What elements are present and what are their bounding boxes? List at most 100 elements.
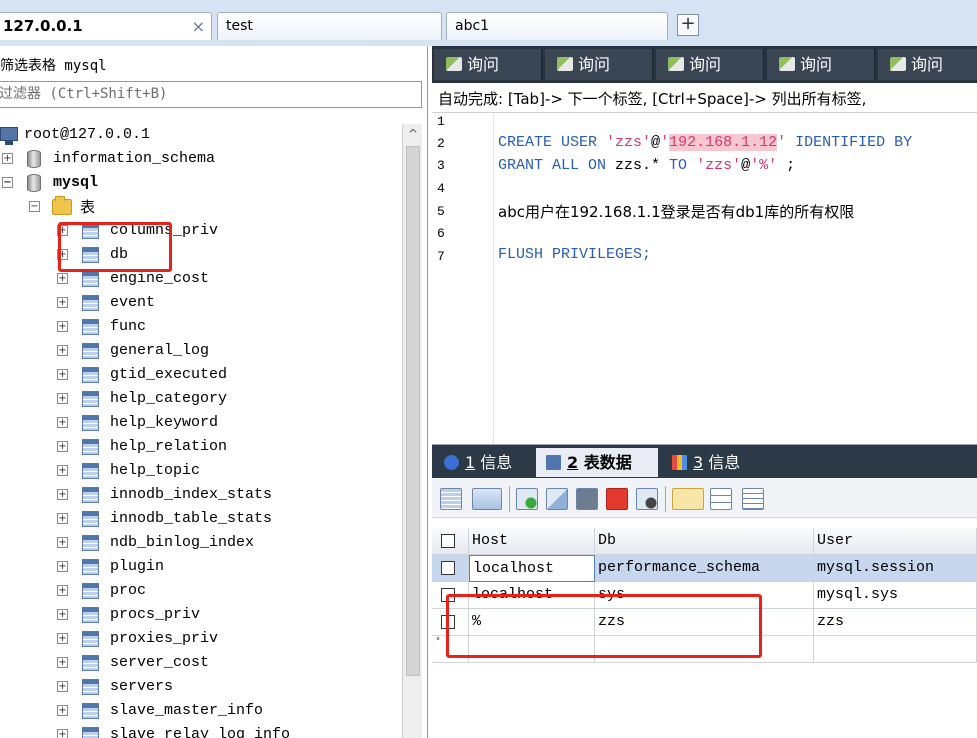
table-row[interactable]: % zzs zzs bbox=[432, 609, 977, 636]
expand-icon[interactable]: + bbox=[57, 297, 68, 308]
query-tab-1[interactable]: 询问 bbox=[434, 49, 542, 80]
cell-db[interactable]: sys bbox=[595, 582, 814, 609]
collapse-icon[interactable]: − bbox=[2, 177, 13, 188]
server-icon bbox=[0, 127, 18, 145]
table-icon bbox=[82, 343, 99, 359]
result-tab-number: 2 bbox=[567, 453, 579, 472]
sql-string: '%' bbox=[750, 157, 778, 174]
text-mode-icon[interactable] bbox=[742, 488, 764, 510]
cell-db[interactable] bbox=[595, 636, 814, 663]
column-header-host[interactable]: Host bbox=[469, 528, 595, 555]
cell-user[interactable]: zzs bbox=[814, 609, 977, 636]
cell-db[interactable]: performance_schema bbox=[595, 555, 814, 582]
expand-icon[interactable]: + bbox=[57, 561, 68, 572]
expand-icon[interactable]: + bbox=[57, 225, 68, 236]
code-line-7: FLUSH PRIVILEGES; bbox=[498, 246, 652, 263]
scrollbar-thumb[interactable] bbox=[406, 146, 420, 676]
add-tab-button[interactable]: + bbox=[677, 14, 699, 36]
expand-icon[interactable]: + bbox=[57, 705, 68, 716]
expand-icon[interactable]: + bbox=[57, 657, 68, 668]
result-tab-label: 表数据 bbox=[578, 453, 632, 472]
expand-icon[interactable]: + bbox=[57, 681, 68, 692]
expand-icon[interactable]: + bbox=[57, 537, 68, 548]
scroll-up-icon[interactable]: ^ bbox=[403, 124, 423, 144]
export-dropdown-icon[interactable] bbox=[472, 488, 502, 510]
tree-scrollbar[interactable]: ^ bbox=[402, 124, 422, 738]
grid-view-icon[interactable] bbox=[440, 488, 462, 510]
tree-root-label: root@127.0.0.1 bbox=[24, 126, 151, 143]
connection-tab-bar: 127.0.0.1 × test abc1 + bbox=[0, 0, 977, 46]
cell-host[interactable]: % bbox=[469, 609, 595, 636]
result-tab-info-3[interactable]: 3 信息 bbox=[662, 448, 762, 477]
expand-icon[interactable]: + bbox=[57, 321, 68, 332]
cell-user[interactable]: mysql.session bbox=[814, 555, 977, 582]
sql-keyword: CREATE USER bbox=[498, 134, 607, 151]
add-row-icon[interactable] bbox=[516, 488, 538, 510]
expand-icon[interactable]: + bbox=[57, 465, 68, 476]
line-number: 4 bbox=[437, 181, 445, 196]
save-icon[interactable] bbox=[576, 488, 598, 510]
column-header-user[interactable]: User bbox=[814, 528, 977, 555]
expand-icon[interactable]: + bbox=[2, 153, 13, 164]
form-mode-icon[interactable] bbox=[710, 488, 732, 510]
expand-icon[interactable]: + bbox=[57, 393, 68, 404]
result-tab-table-data[interactable]: 2 表数据 bbox=[536, 448, 658, 477]
query-tab-2[interactable]: 询问 bbox=[545, 49, 653, 80]
expand-icon[interactable]: + bbox=[57, 369, 68, 380]
query-tab-3[interactable]: 询问 bbox=[656, 49, 764, 80]
cell-host[interactable]: localhost bbox=[469, 582, 595, 609]
query-tab-label: 询问 bbox=[911, 55, 944, 74]
close-icon[interactable]: × bbox=[192, 13, 205, 40]
select-all-cell[interactable] bbox=[432, 528, 469, 555]
cell-user[interactable] bbox=[814, 636, 977, 663]
expand-icon[interactable]: + bbox=[57, 729, 68, 738]
table-row[interactable]: localhost sys mysql.sys bbox=[432, 582, 977, 609]
cancel-changes-icon[interactable] bbox=[636, 488, 658, 510]
expand-icon[interactable]: + bbox=[57, 489, 68, 500]
duplicate-row-icon[interactable] bbox=[546, 488, 568, 510]
row-select-cell[interactable] bbox=[432, 555, 469, 582]
line-number: 3 bbox=[437, 158, 445, 173]
expand-icon[interactable]: + bbox=[57, 441, 68, 452]
table-row[interactable]: localhost performance_schema mysql.sessi… bbox=[432, 555, 977, 582]
checkbox[interactable] bbox=[441, 534, 455, 548]
cell-host[interactable]: localhost bbox=[469, 555, 595, 582]
expand-icon[interactable]: + bbox=[57, 345, 68, 356]
expand-icon[interactable]: + bbox=[57, 273, 68, 284]
expand-icon[interactable]: + bbox=[57, 513, 68, 524]
filter-label: 筛选表格 mysql bbox=[0, 58, 107, 74]
cell-user[interactable]: mysql.sys bbox=[814, 582, 977, 609]
toolbar-separator bbox=[665, 486, 666, 512]
connection-tab-test[interactable]: test bbox=[217, 12, 442, 40]
table-icon bbox=[82, 631, 99, 647]
expand-icon[interactable]: + bbox=[57, 417, 68, 428]
row-select-cell[interactable] bbox=[432, 609, 469, 636]
sql-editor[interactable]: 1 2 3 4 5 6 7 CREATE USER 'zzs'@'192.168… bbox=[432, 112, 977, 485]
checkbox[interactable] bbox=[441, 561, 455, 575]
table-icon bbox=[82, 511, 99, 527]
result-tab-info-1[interactable]: 1 信息 bbox=[434, 448, 532, 477]
expand-icon[interactable]: + bbox=[57, 633, 68, 644]
filter-input[interactable]: 过滤器 (Ctrl+Shift+B) bbox=[0, 81, 422, 108]
cell-db[interactable]: zzs bbox=[595, 609, 814, 636]
checkbox[interactable] bbox=[441, 615, 455, 629]
connection-tab-abc1[interactable]: abc1 bbox=[446, 12, 668, 40]
cell-host[interactable] bbox=[469, 636, 595, 663]
query-tab-5[interactable]: 询问 bbox=[878, 49, 977, 80]
grid-mode-icon[interactable] bbox=[672, 488, 704, 510]
new-row[interactable]: * bbox=[432, 636, 977, 663]
expand-icon[interactable]: + bbox=[57, 585, 68, 596]
query-tab-4[interactable]: 询问 bbox=[767, 49, 875, 80]
delete-icon[interactable] bbox=[606, 488, 628, 510]
checkbox[interactable] bbox=[441, 588, 455, 602]
tree-table-label: help_topic bbox=[110, 462, 201, 479]
column-header-db[interactable]: Db bbox=[595, 528, 814, 555]
table-icon bbox=[82, 391, 99, 407]
expand-icon[interactable]: + bbox=[57, 249, 68, 260]
collapse-icon[interactable]: − bbox=[29, 201, 40, 212]
connection-tab-127[interactable]: 127.0.0.1 × bbox=[0, 12, 212, 40]
expand-icon[interactable]: + bbox=[57, 609, 68, 620]
tree-table-label: slave_master_info bbox=[110, 702, 264, 719]
row-select-cell[interactable] bbox=[432, 582, 469, 609]
line-number: 2 bbox=[437, 136, 445, 151]
